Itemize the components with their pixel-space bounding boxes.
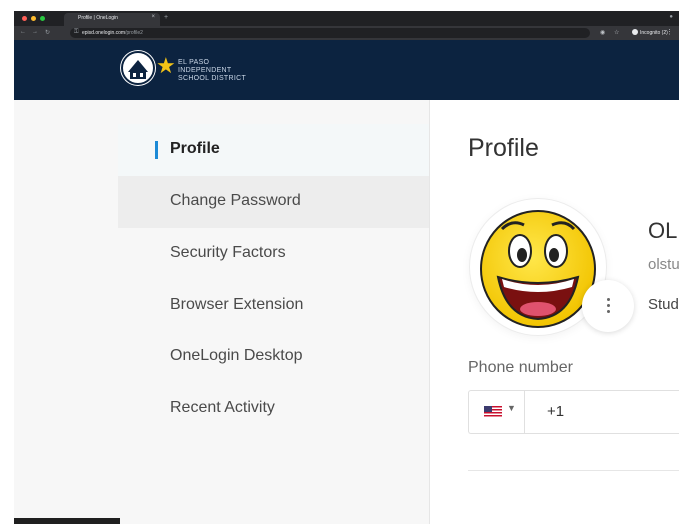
app-header: ★ EL PASO INDEPENDENT SCHOOL DISTRICT (14, 40, 679, 100)
district-name: EL PASO INDEPENDENT SCHOOL DISTRICT (178, 59, 247, 82)
url-input[interactable]: ⚿ episd.onelogin.com/profile2 (70, 28, 590, 38)
sidebar-item-browser-extension[interactable]: Browser Extension (118, 280, 429, 332)
section-divider (468, 470, 679, 471)
sidebar-item-label: Recent Activity (170, 399, 275, 416)
sidebar-item-recent-activity[interactable]: Recent Activity (118, 383, 429, 435)
sidebar-item-label: Change Password (170, 192, 301, 209)
status-bar-tip (14, 518, 120, 524)
sidebar-item-label: Security Factors (170, 244, 286, 261)
user-name: OL (648, 218, 678, 243)
incognito-icon (632, 29, 638, 35)
user-role: Stud (648, 296, 679, 313)
profile-icon[interactable]: ● (669, 14, 673, 20)
sidebar-item-onelogin-desktop[interactable]: OneLogin Desktop (118, 331, 429, 383)
profile-main: Profile OL olstu Stud Phone number ▼ +1 (430, 100, 679, 524)
sidebar-item-profile[interactable]: Profile (118, 124, 429, 176)
active-marker (155, 141, 158, 159)
new-tab-icon[interactable]: + (164, 14, 168, 21)
tab-title: Profile | OneLogin (78, 15, 118, 21)
sidebar-item-label: Browser Extension (170, 296, 304, 313)
country-code-select[interactable]: ▼ (469, 391, 525, 433)
page-title: Profile (468, 134, 539, 162)
window-close-dot[interactable] (22, 16, 27, 21)
phone-number-label: Phone number (468, 359, 573, 376)
browser-tab-bar: Profile | OneLogin × + ● (14, 11, 679, 26)
sidebar-item-label: Profile (170, 140, 220, 157)
lock-icon: ⚿ (74, 29, 79, 35)
browser-tab[interactable]: Profile | OneLogin × (64, 13, 160, 26)
more-menu-icon[interactable]: ⋮ (666, 28, 673, 36)
user-login: olstu (648, 256, 679, 273)
district-seal-logo (120, 50, 156, 86)
url-text: episd.onelogin.com/profile2 (82, 30, 143, 36)
reload-icon[interactable]: ↻ (45, 29, 50, 36)
chevron-down-icon: ▼ (507, 403, 516, 413)
sidebar-item-label: OneLogin Desktop (170, 347, 303, 364)
incognito-badge[interactable]: Incognito (2) (632, 29, 668, 36)
avatar-options-button[interactable] (582, 280, 634, 332)
window-minimize-dot[interactable] (31, 16, 36, 21)
star-logo-icon: ★ (156, 53, 176, 78)
address-bar: ← → ↻ ⚿ episd.onelogin.com/profile2 ◉ ☆ … (14, 26, 679, 40)
settings-sidebar: Profile Change Password Security Factors… (14, 100, 430, 524)
back-icon[interactable]: ← (20, 29, 26, 35)
sidebar-item-security-factors[interactable]: Security Factors (118, 228, 429, 280)
incognito-eye-icon[interactable]: ◉ (600, 29, 605, 36)
close-icon[interactable]: × (151, 14, 155, 20)
phone-country-code: +1 (547, 403, 565, 420)
profile-page: Profile Change Password Security Factors… (14, 100, 679, 524)
sidebar-item-change-password[interactable]: Change Password (118, 176, 429, 228)
forward-icon[interactable]: → (32, 29, 38, 35)
phone-number-field: ▼ +1 (468, 390, 679, 434)
bookmark-star-icon[interactable]: ☆ (614, 29, 619, 36)
more-vertical-icon (607, 298, 610, 301)
window-zoom-dot[interactable] (40, 16, 45, 21)
us-flag-icon (484, 406, 502, 417)
